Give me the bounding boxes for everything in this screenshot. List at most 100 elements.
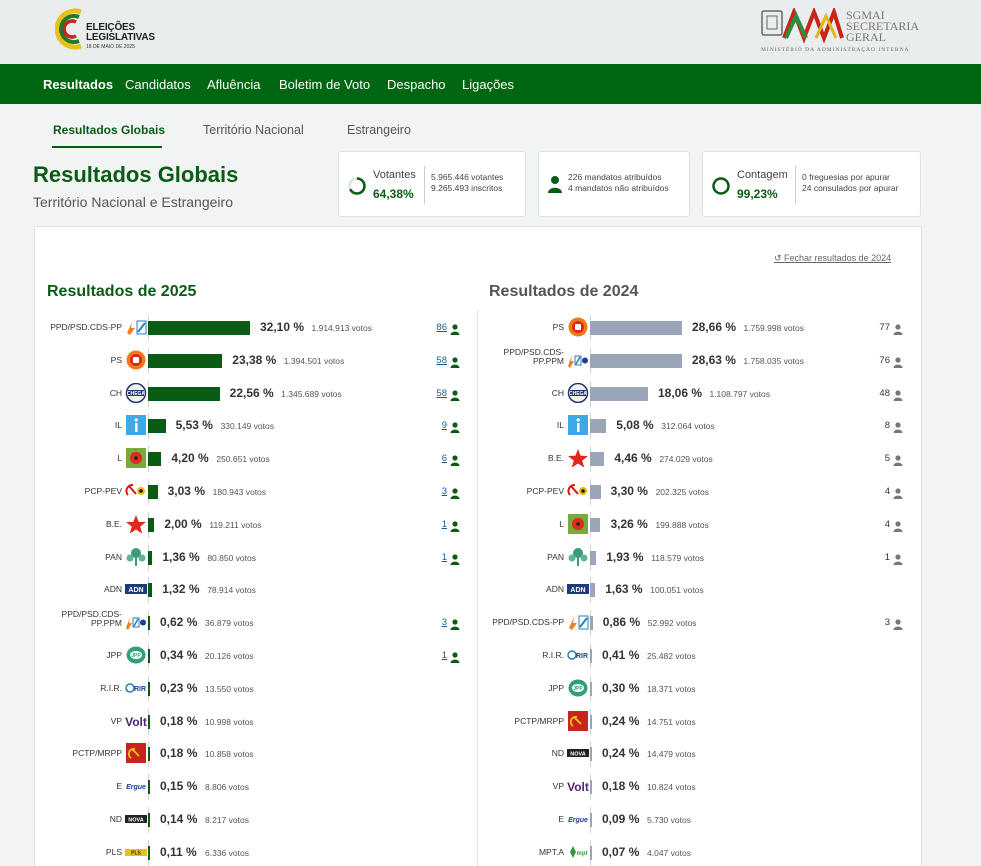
person-icon bbox=[893, 453, 903, 467]
party-result-row[interactable]: E Ergue 0,09 % 5.730 votos bbox=[480, 803, 910, 836]
seat-count[interactable]: 1 bbox=[425, 552, 447, 563]
svg-text:CHEGA: CHEGA bbox=[569, 391, 587, 397]
page-title: Resultados Globais bbox=[33, 162, 239, 187]
svg-text:CHEGA: CHEGA bbox=[127, 391, 145, 397]
vote-count: 10.858 votos bbox=[205, 749, 254, 760]
elections-logo[interactable]: ELEIÇÕES LEGISLATIVAS 18 DE MAIO DE 2025 bbox=[55, 6, 165, 56]
party-result-row[interactable]: PLS PLS 0,11 % 6.336 votos bbox=[40, 836, 465, 866]
party-name: VP bbox=[552, 781, 564, 792]
close-comparison-label: Fechar resultados de 2024 bbox=[784, 253, 892, 263]
seat-count[interactable]: 1 bbox=[425, 650, 447, 661]
seat-count[interactable]: 3 bbox=[425, 617, 447, 628]
person-icon bbox=[893, 355, 903, 368]
party-name: B.E. bbox=[547, 453, 564, 464]
party-result-row[interactable]: VP Volt 0,18 % 10.998 votos bbox=[40, 705, 465, 738]
vote-count: 5.730 votos bbox=[647, 815, 691, 825]
party-result-row[interactable]: PPD/PSD.CDS-PP 32,10 % 1.914.913 votos 86 bbox=[40, 311, 465, 344]
party-result-row[interactable]: L 4,20 % 250.651 votos 6 bbox=[40, 442, 465, 475]
tab-resultados-globais[interactable]: Resultados Globais bbox=[53, 123, 165, 137]
seat-count[interactable]: 3 bbox=[425, 486, 447, 497]
party-result-row[interactable]: PAN 1,36 % 80.850 votos 1 bbox=[40, 541, 465, 574]
close-comparison-link[interactable]: ↺ Fechar resultados de 2024 bbox=[774, 253, 891, 264]
party-result-row[interactable]: PAN 1,93 % 118.579 votos 1 bbox=[480, 541, 910, 574]
party-result-row[interactable]: IL 5,08 % 312.064 votos 8 bbox=[480, 409, 910, 442]
votantes-count: 5.965.446 votantes bbox=[431, 172, 504, 182]
party-result-row[interactable]: R.I.R. RIR 0,41 % 25.482 votos bbox=[480, 639, 910, 672]
person-icon bbox=[450, 519, 460, 532]
result-bar bbox=[148, 681, 150, 696]
pctp-icon bbox=[567, 710, 589, 731]
party-result-row[interactable]: JPP JPP 0,30 % 18.371 votos bbox=[480, 672, 910, 705]
cdu-hammer-sickle-icon bbox=[567, 481, 589, 501]
party-result-row[interactable]: PS 28,66 % 1.759.998 votos 77 bbox=[480, 311, 910, 344]
seat-count[interactable]: 9 bbox=[425, 420, 447, 431]
mpt-icon: mpt bbox=[567, 842, 589, 862]
party-result-row[interactable]: ND NOVA 0,14 % 8.217 votos bbox=[40, 803, 465, 836]
party-result-row[interactable]: CH CHEGA 18,06 % 1.108.797 votos 48 bbox=[480, 377, 910, 410]
party-result-row[interactable]: MPT.A mpt 0,07 % 4.047 votos bbox=[480, 836, 910, 866]
ad-ppm-coalition-icon bbox=[125, 612, 147, 632]
volt-icon: Volt bbox=[567, 776, 589, 796]
party-result-row[interactable]: PCTP/MRPP 0,18 % 10.858 votos bbox=[40, 737, 465, 770]
result-bar bbox=[148, 386, 220, 401]
party-result-row[interactable]: IL 5,53 % 330.149 votos 9 bbox=[40, 409, 465, 442]
party-result-row[interactable]: PS 23,38 % 1.394.501 votos 58 bbox=[40, 344, 465, 377]
party-result-row[interactable]: JPP JPP 0,34 % 20.126 votos 1 bbox=[40, 639, 465, 672]
party-result-row[interactable]: ADN ADN 1,32 % 78.914 votos bbox=[40, 573, 465, 606]
party-result-row[interactable]: PCP-PEV 3,30 % 202.325 votos 4 bbox=[480, 475, 910, 508]
person-icon bbox=[893, 519, 903, 532]
party-result-row[interactable]: B.E. 4,46 % 274.029 votos 5 bbox=[480, 442, 910, 475]
party-name: PCP-PEV bbox=[84, 486, 122, 496]
seat-count[interactable]: 58 bbox=[425, 388, 447, 399]
party-name: PPD/PSD.CDS-PP.PPM bbox=[61, 609, 122, 629]
nav-despacho[interactable]: Despacho bbox=[387, 77, 446, 92]
party-result-row[interactable]: PCTP/MRPP 0,24 % 14.751 votos bbox=[480, 705, 910, 738]
party-result-row[interactable]: ND NOVA 0,24 % 14.479 votos bbox=[480, 737, 910, 770]
seat-count: 48 bbox=[879, 387, 890, 399]
seat-count[interactable]: 86 bbox=[425, 322, 447, 333]
vote-count: 119.211 votos bbox=[209, 519, 262, 530]
person-icon bbox=[893, 388, 903, 401]
percentage: 0,86 % bbox=[602, 615, 641, 630]
nav-resultados[interactable]: Resultados bbox=[43, 77, 113, 92]
percentage: 28,63 % bbox=[691, 352, 736, 367]
person-icon bbox=[450, 322, 460, 335]
party-result-row[interactable]: B.E. 2,00 % 119.211 votos 1 bbox=[40, 508, 465, 541]
percentage: 0,18 % bbox=[602, 779, 640, 794]
nav-ligacoes[interactable]: Ligações bbox=[462, 77, 514, 92]
party-name: R.I.R. bbox=[100, 682, 122, 693]
result-bar bbox=[148, 649, 150, 663]
party-result-row[interactable]: PPD/PSD.CDS-PP.PPM 0,62 % 36.879 votos 3 bbox=[40, 606, 465, 639]
party-name: R.I.R. bbox=[542, 650, 564, 660]
vote-count: 4.047 votos bbox=[647, 847, 691, 858]
party-result-row[interactable]: ADN ADN 1,63 % 100.051 votos bbox=[480, 573, 910, 606]
seat-count[interactable]: 58 bbox=[425, 355, 447, 366]
party-result-row[interactable]: PPD/PSD.CDS-PP 0,86 % 52.992 votos 3 bbox=[480, 606, 910, 639]
seat-count[interactable]: 1 bbox=[425, 519, 447, 530]
party-name: ND bbox=[551, 748, 564, 759]
party-result-row[interactable]: VP Volt 0,18 % 10.824 votos bbox=[480, 770, 910, 803]
sgmai-logo[interactable]: SGMAI SECRETARIA GERAL MINISTÉRIO DA ADM… bbox=[760, 8, 920, 56]
percentage: 0,09 % bbox=[602, 812, 640, 826]
vote-count: 250.651 votos bbox=[216, 454, 270, 465]
seat-count[interactable]: 6 bbox=[425, 453, 447, 464]
pan-tree-icon bbox=[567, 547, 589, 567]
party-result-row[interactable]: CH CHEGA 22,56 % 1.345.689 votos 58 bbox=[40, 377, 465, 410]
logo-date: 18 DE MAIO DE 2025 bbox=[86, 44, 135, 50]
party-result-row[interactable]: L 3,26 % 199.888 votos 4 bbox=[480, 508, 910, 541]
nav-afluencia[interactable]: Afluência bbox=[207, 77, 260, 92]
party-result-row[interactable]: E Ergue 0,15 % 8.806 votos bbox=[40, 770, 465, 803]
tab-estrangeiro[interactable]: Estrangeiro bbox=[347, 123, 411, 137]
party-name: B.E. bbox=[105, 518, 122, 529]
tab-territorio-nacional[interactable]: Território Nacional bbox=[203, 123, 304, 137]
party-result-row[interactable]: PPD/PSD.CDS-PP.PPM 28,63 % 1.758.035 votos… bbox=[480, 344, 910, 377]
party-result-row[interactable]: PCP-PEV 3,03 % 180.943 votos 3 bbox=[40, 475, 465, 508]
nav-candidatos[interactable]: Candidatos bbox=[125, 77, 191, 92]
person-icon bbox=[450, 617, 460, 631]
vote-count: 14.751 votos bbox=[647, 716, 696, 727]
result-bar bbox=[148, 353, 223, 368]
nav-boletim[interactable]: Boletim de Voto bbox=[279, 77, 370, 92]
vote-count: 10.998 votos bbox=[205, 716, 254, 727]
party-result-row[interactable]: R.I.R. RIR 0,23 % 13.550 votos bbox=[40, 672, 465, 705]
result-bar bbox=[148, 747, 150, 762]
